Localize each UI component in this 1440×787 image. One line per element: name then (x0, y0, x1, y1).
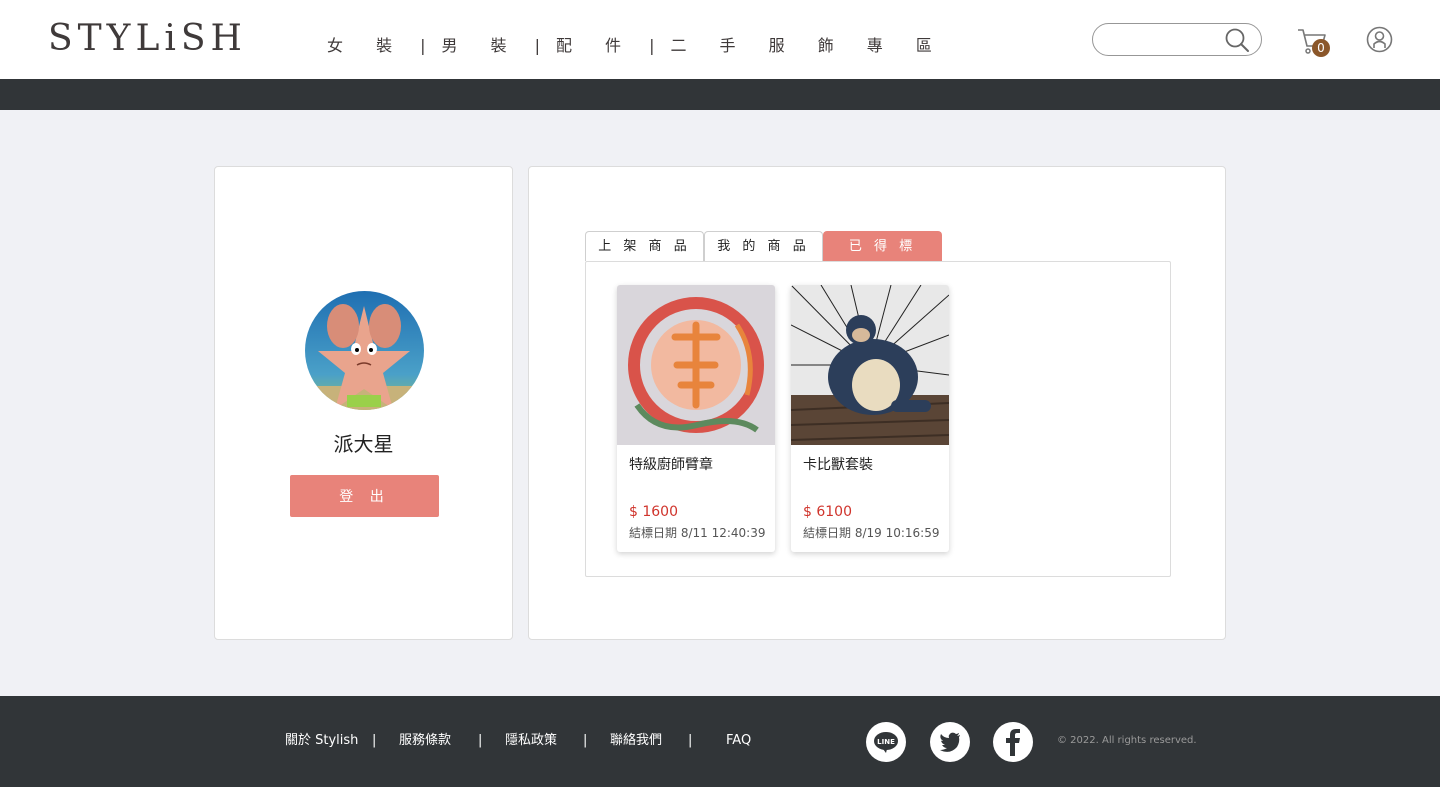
member-icon[interactable] (1366, 26, 1393, 53)
product-image (791, 285, 949, 445)
footer: 關於 Stylish | 服務條款 | 隱私政策 | 聯絡我們 | FAQ LI… (0, 696, 1440, 787)
product-price: $ 1600 (629, 504, 678, 520)
logo[interactable]: STYLiSH (48, 20, 247, 58)
profile-card: 派大星 登 出 (214, 166, 513, 640)
line-logo-text: LINE (877, 738, 895, 746)
copyright: © 2022. All rights reserved. (1057, 735, 1197, 746)
footer-link-privacy[interactable]: 隱私政策 (505, 732, 583, 750)
product-end-date: 結標日期 8/19 10:16:59 (803, 526, 940, 540)
product-name: 卡比獸套裝 (803, 457, 873, 473)
footer-separator: | (688, 733, 693, 748)
product-price: $ 6100 (803, 504, 852, 520)
nav-women[interactable]: 女 裝 (327, 34, 406, 58)
nav-separator: | (649, 36, 655, 55)
product-image (617, 285, 775, 445)
footer-link-contact[interactable]: 聯絡我們 (610, 732, 688, 750)
logout-button[interactable]: 登 出 (290, 475, 439, 517)
tab-won-bids[interactable]: 已 得 標 (823, 231, 942, 261)
avatar (305, 291, 424, 410)
line-icon[interactable]: LINE (866, 722, 906, 762)
products-panel: 特級廚師臂章 $ 1600 結標日期 8/11 12:40:39 卡比獸套裝 $… (585, 261, 1171, 577)
product-card[interactable]: 特級廚師臂章 $ 1600 結標日期 8/11 12:40:39 (617, 285, 775, 552)
product-name: 特級廚師臂章 (629, 457, 713, 473)
footer-separator: | (583, 733, 588, 748)
product-card[interactable]: 卡比獸套裝 $ 6100 結標日期 8/19 10:16:59 (791, 285, 949, 552)
product-end-date: 結標日期 8/11 12:40:39 (629, 526, 766, 540)
search-input[interactable] (1107, 30, 1225, 50)
nav-separator: | (534, 36, 540, 55)
tab-bar: 上 架 商 品 我 的 商 品 已 得 標 (585, 231, 942, 261)
nav-men[interactable]: 男 裝 (441, 34, 520, 58)
nav-accessories[interactable]: 配 件 (556, 34, 635, 58)
footer-link-about[interactable]: 關於 Stylish (285, 732, 372, 750)
footer-links: 關於 Stylish | 服務條款 | 隱私政策 | 聯絡我們 | FAQ (285, 732, 751, 750)
header-bar (0, 79, 1440, 110)
tab-my-products[interactable]: 我 的 商 品 (704, 231, 823, 261)
header: STYLiSH 女 裝 | 男 裝 | 配 件 | 二 手 服 飾 專 區 0 (0, 0, 1440, 79)
nav-separator: | (420, 36, 426, 55)
cart-count-badge: 0 (1312, 39, 1330, 57)
footer-separator: | (372, 733, 377, 748)
nav-secondhand[interactable]: 二 手 服 飾 專 區 (670, 34, 945, 58)
username: 派大星 (333, 432, 394, 456)
footer-separator: | (478, 733, 483, 748)
main-nav: 女 裝 | 男 裝 | 配 件 | 二 手 服 飾 專 區 (327, 34, 946, 58)
search-icon[interactable] (1224, 27, 1250, 53)
footer-link-faq[interactable]: FAQ (726, 732, 751, 750)
facebook-icon[interactable] (993, 722, 1033, 762)
footer-link-terms[interactable]: 服務條款 (399, 732, 478, 750)
tab-listed-products[interactable]: 上 架 商 品 (585, 231, 704, 261)
twitter-icon[interactable] (930, 722, 970, 762)
main-card: 上 架 商 品 我 的 商 品 已 得 標 特級廚師臂章 $ 1600 結標日期… (528, 166, 1226, 640)
